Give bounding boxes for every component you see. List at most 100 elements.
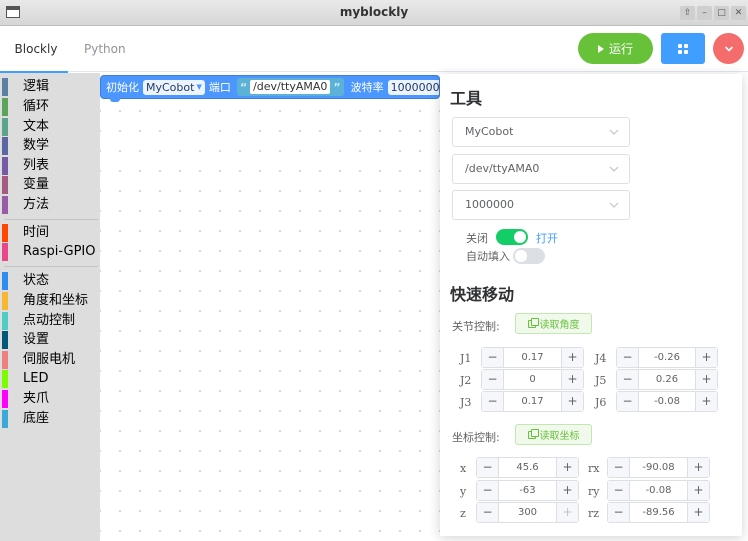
decrement-button[interactable]: − (608, 503, 630, 522)
joint-j3-input[interactable]: 0.17 (504, 392, 561, 411)
joint-j1-input[interactable]: 0.17 (504, 348, 561, 367)
coord-z-stepper[interactable]: − 300 + (476, 502, 579, 523)
decrement-button[interactable]: − (477, 458, 499, 477)
decrement-button[interactable]: − (482, 392, 504, 411)
block-label-baud: 波特率 (350, 81, 384, 94)
tab-blockly[interactable]: Blockly (0, 26, 68, 73)
joint-j5-input[interactable]: 0.26 (639, 370, 695, 389)
coord-rx-input[interactable]: -90.08 (630, 458, 687, 477)
tools-title: 工具 (450, 89, 483, 108)
toolbox-category-raspi-gpio[interactable]: Raspi-GPIO (0, 242, 100, 262)
toolbox-category-base[interactable]: 底座 (0, 409, 100, 429)
joint-j4-stepper[interactable]: − -0.26 + (616, 347, 718, 368)
increment-button[interactable]: + (695, 348, 717, 367)
coord-rz-stepper[interactable]: − -89.56 + (607, 502, 710, 523)
run-button[interactable]: 运行 (578, 33, 653, 64)
toolbox-category-label: 文本 (23, 119, 50, 134)
joint-j3-stepper[interactable]: − 0.17 + (481, 391, 584, 412)
increment-button[interactable]: + (695, 392, 717, 411)
decrement-button[interactable]: − (617, 370, 639, 389)
increment-button[interactable]: + (561, 370, 583, 389)
toolbox-category-led[interactable]: LED (0, 369, 100, 389)
joint-j4-input[interactable]: -0.26 (639, 348, 695, 367)
coord-x-stepper[interactable]: − 45.6 + (476, 457, 579, 478)
decrement-button[interactable]: − (617, 392, 639, 411)
decrement-button[interactable]: − (482, 348, 504, 367)
read-coords-button[interactable]: 读取坐标 (515, 424, 592, 445)
category-color-bar (2, 137, 8, 155)
toolbox-category-functions[interactable]: 方法 (0, 195, 100, 215)
category-color-bar (2, 78, 8, 96)
blockly-toolbox: 逻辑 循环 文本 数学 列表 变量 方法 时间 Raspi-GPIO 状态 角度… (0, 73, 100, 541)
decrement-button[interactable]: − (608, 458, 630, 477)
joint-j2-stepper[interactable]: − 0 + (481, 369, 584, 390)
window-titlebar: myblockly ⇧ – □ ✕ (0, 0, 748, 26)
coord-rz-input[interactable]: -89.56 (630, 503, 687, 522)
toolbox-category-text[interactable]: 文本 (0, 117, 100, 137)
toolbox-category-label: 设置 (23, 332, 50, 347)
quick-move-title: 快速移动 (450, 285, 515, 304)
toolbox-category-time[interactable]: 时间 (0, 223, 100, 243)
coord-rx-stepper[interactable]: − -90.08 + (607, 457, 710, 478)
read-angles-button[interactable]: 读取角度 (515, 313, 592, 334)
window-minimize-button[interactable]: – (697, 6, 712, 20)
autofill-switch[interactable] (513, 248, 545, 264)
coord-z-input[interactable]: 300 (499, 503, 556, 522)
toolbox-category-angles-coords[interactable]: 角度和坐标 (0, 291, 100, 311)
toolbox-category-label: 底座 (23, 411, 50, 426)
joint-label-j5: J5 (595, 374, 607, 387)
robot-select[interactable]: MyCobot (452, 117, 630, 147)
autofill-label: 自动填入 (466, 250, 510, 263)
coord-label-z: z (460, 507, 466, 520)
menu-grid-button[interactable] (661, 33, 705, 64)
increment-button[interactable]: + (561, 392, 583, 411)
increment-button[interactable]: + (687, 503, 709, 522)
window-shade-button[interactable]: ⇧ (680, 6, 695, 20)
toolbox-category-status[interactable]: 状态 (0, 271, 100, 291)
increment-button[interactable]: + (556, 481, 578, 500)
toolbox-category-servo[interactable]: 伺服电机 (0, 350, 100, 370)
port-string-block[interactable]: “ /dev/ttyAMA0 ” (236, 78, 344, 96)
joint-j2-input[interactable]: 0 (504, 370, 561, 389)
coord-y-input[interactable]: -63 (499, 481, 556, 500)
toolbox-category-settings[interactable]: 设置 (0, 330, 100, 350)
increment-button[interactable]: + (687, 458, 709, 477)
joint-j6-stepper[interactable]: − -0.08 + (616, 391, 718, 412)
init-robot-block[interactable]: 初始化 MyCobot ▼ 端口 “ /dev/ttyAMA0 ” 波特率 100… (100, 75, 440, 99)
toolbox-category-variables[interactable]: 变量 (0, 175, 100, 195)
baud-rate-dropdown[interactable]: 1000000▼ (387, 79, 439, 95)
coord-ry-input[interactable]: -0.08 (630, 481, 687, 500)
toolbox-category-jog-control[interactable]: 点动控制 (0, 311, 100, 331)
coord-y-stepper[interactable]: − -63 + (476, 480, 579, 501)
run-button-label: 运行 (608, 42, 633, 56)
collapse-tools-button[interactable] (713, 33, 744, 64)
toolbox-category-gripper[interactable]: 夹爪 (0, 389, 100, 409)
increment-button[interactable]: + (556, 503, 578, 522)
joint-j5-stepper[interactable]: − 0.26 + (616, 369, 718, 390)
toolbox-category-logic[interactable]: 逻辑 (0, 77, 100, 97)
decrement-button[interactable]: − (482, 370, 504, 389)
coord-x-input[interactable]: 45.6 (499, 458, 556, 477)
increment-button[interactable]: + (695, 370, 717, 389)
increment-button[interactable]: + (561, 348, 583, 367)
baud-select[interactable]: 1000000 (452, 190, 630, 220)
decrement-button[interactable]: − (477, 481, 499, 500)
decrement-button[interactable]: − (608, 481, 630, 500)
joint-j6-input[interactable]: -0.08 (639, 392, 695, 411)
coord-ry-stepper[interactable]: − -0.08 + (607, 480, 710, 501)
toolbox-category-math[interactable]: 数学 (0, 136, 100, 156)
decrement-button[interactable]: − (477, 503, 499, 522)
robot-type-dropdown[interactable]: MyCobot ▼ (143, 79, 205, 95)
port-select[interactable]: /dev/ttyAMA0 (452, 154, 630, 184)
port-text-field[interactable]: /dev/ttyAMA0 (250, 80, 331, 94)
decrement-button[interactable]: − (617, 348, 639, 367)
joint-j1-stepper[interactable]: − 0.17 + (481, 347, 584, 368)
toolbox-category-loops[interactable]: 循环 (0, 97, 100, 117)
increment-button[interactable]: + (687, 481, 709, 500)
window-maximize-button[interactable]: □ (714, 6, 729, 20)
increment-button[interactable]: + (556, 458, 578, 477)
tab-python[interactable]: Python (84, 26, 126, 72)
toolbox-category-lists[interactable]: 列表 (0, 156, 100, 176)
power-switch[interactable] (496, 229, 528, 245)
window-close-button[interactable]: ✕ (731, 6, 746, 20)
